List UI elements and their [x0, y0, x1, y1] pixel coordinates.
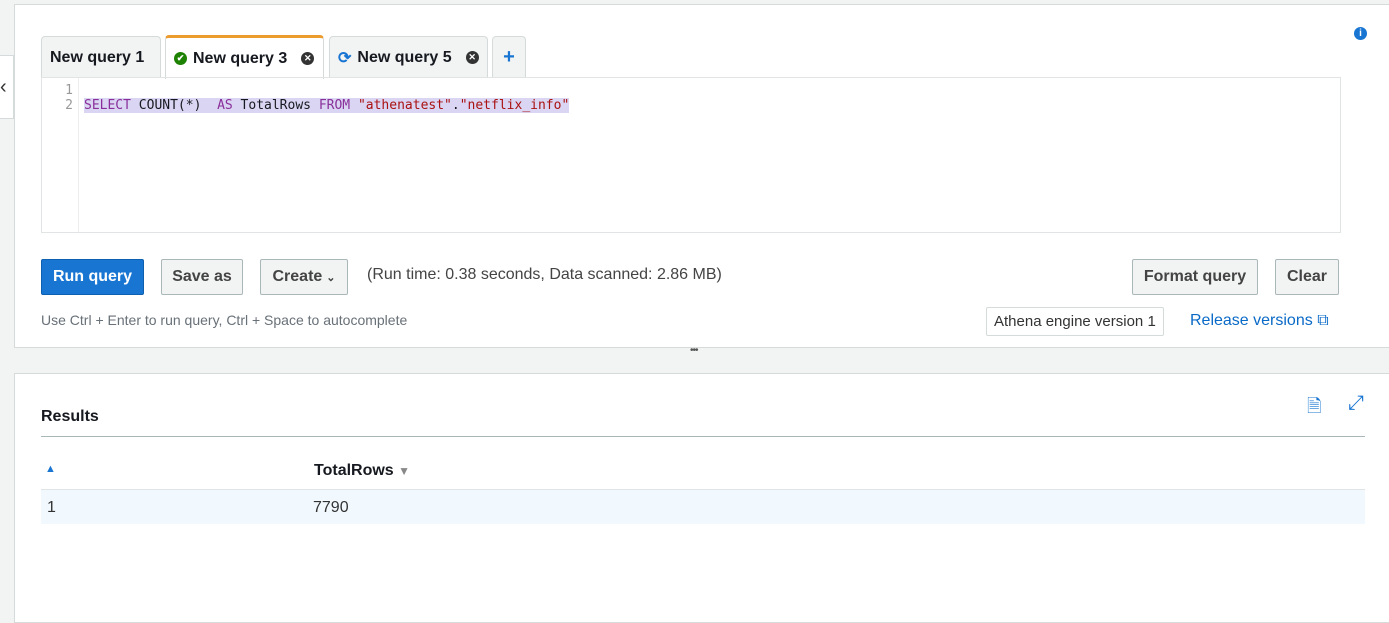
sql-code: SELECT COUNT(*) AS TotalRows FROM "athen…: [84, 98, 570, 113]
sort-icon: ▼: [398, 464, 411, 478]
info-icon[interactable]: i: [1354, 27, 1367, 40]
row-number: 1: [47, 499, 56, 516]
keyboard-hint: Use Ctrl + Enter to run query, Ctrl + Sp…: [41, 312, 408, 328]
tab-label: New query 3: [193, 49, 288, 67]
refresh-icon: ⟳: [338, 49, 352, 67]
chevron-down-icon: ⌄: [326, 271, 336, 284]
chevron-left-icon[interactable]: ‹: [0, 76, 7, 99]
query-editor-panel: i New query 1 ✔ New query 3 ✕ ⟳ New quer…: [14, 4, 1389, 348]
external-link-icon: ⧉: [1317, 312, 1329, 329]
tab-new-query-1[interactable]: New query 1: [41, 36, 161, 78]
close-icon[interactable]: ✕: [465, 51, 479, 64]
sort-asc-icon[interactable]: ▲: [45, 463, 56, 475]
create-button[interactable]: Create ⌄: [260, 259, 348, 295]
sql-editor[interactable]: 12 SELECT COUNT(*) AS TotalRows FROM "at…: [41, 77, 1341, 233]
tab-label: New query 5: [357, 48, 452, 66]
engine-version-badge: Athena engine version 1: [986, 307, 1164, 336]
run-query-button[interactable]: Run query: [41, 259, 144, 295]
add-tab-button[interactable]: +: [492, 36, 526, 78]
release-versions-link[interactable]: Release versions ⧉: [1190, 312, 1329, 330]
check-circle-icon: ✔: [174, 52, 187, 65]
run-status: (Run time: 0.38 seconds, Data scanned: 2…: [367, 266, 722, 283]
close-icon[interactable]: ✕: [301, 52, 315, 65]
format-query-button[interactable]: Format query: [1132, 259, 1258, 295]
column-header-totalrows[interactable]: TotalRows ▼: [314, 462, 410, 480]
download-file-icon[interactable]: 🗎: [1307, 394, 1321, 424]
resize-handle[interactable]: •••: [690, 345, 698, 356]
tab-label: New query 1: [50, 48, 145, 66]
expand-icon[interactable]: ⤢: [1348, 392, 1364, 415]
results-title: Results: [41, 408, 99, 425]
table-row: 1 7790: [41, 489, 1365, 524]
tab-new-query-3[interactable]: ✔ New query 3 ✕: [165, 35, 324, 79]
save-as-button[interactable]: Save as: [161, 259, 243, 295]
cell-totalrows: 7790: [313, 499, 349, 516]
tab-new-query-5[interactable]: ⟳ New query 5 ✕: [329, 36, 488, 78]
results-panel: Results 🗎 ⤢ ▲ TotalRows ▼ 1 7790: [14, 373, 1389, 623]
line-numbers: 12: [42, 78, 79, 232]
clear-button[interactable]: Clear: [1275, 259, 1339, 295]
